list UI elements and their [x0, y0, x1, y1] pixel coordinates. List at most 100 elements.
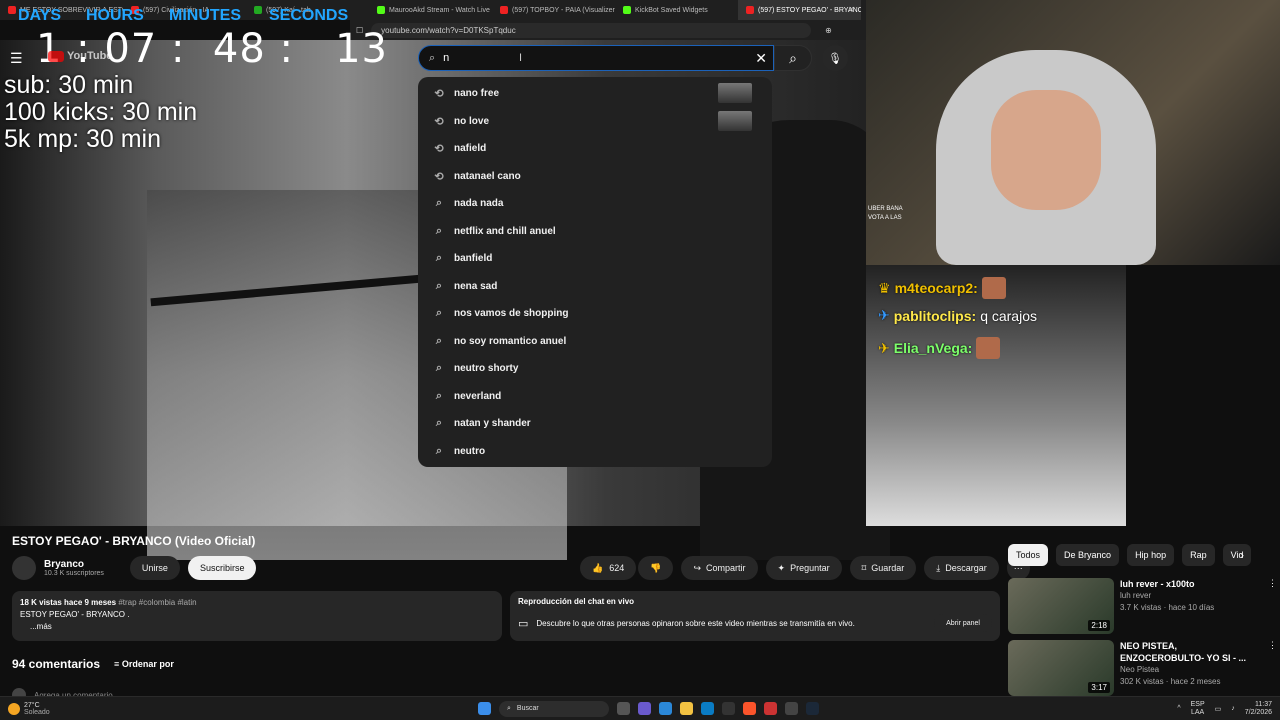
timer-label-days: DAYS — [18, 7, 61, 24]
download-icon: ⤓ — [936, 562, 941, 573]
chat-icon: ▭ — [518, 617, 529, 630]
share-button[interactable]: ↪ Compartir — [681, 556, 758, 580]
copilot-icon[interactable] — [638, 702, 651, 715]
description-box[interactable]: 18 K vistas hace 9 meses #trap #colombia… — [12, 591, 502, 641]
menu-icon[interactable]: ☰ — [10, 50, 23, 67]
tab-title: KickBot Saved Widgets — [635, 6, 708, 14]
search-box[interactable]: ⌕ n I ✕ — [418, 45, 774, 71]
search-suggestion[interactable]: ⟲ natanael cano — [418, 163, 772, 191]
suggestion-text: nena sad — [454, 280, 498, 292]
channel-avatar[interactable] — [12, 556, 36, 580]
thumbs-up-icon: 👍 — [592, 562, 604, 573]
like-button[interactable]: 👍 624 — [580, 556, 637, 580]
search-suggestion[interactable]: ⟲ nafield — [418, 135, 772, 163]
video-thumbnail[interactable]: 3:17 — [1008, 640, 1114, 696]
recommended-video[interactable]: 3:17 NEO PISTEA, ENZOCEROBULTO- YO SI - .… — [1008, 640, 1278, 696]
steam-icon[interactable] — [806, 702, 819, 715]
chat-username: pablitoclips: — [893, 307, 977, 324]
notes-icon[interactable] — [722, 702, 735, 715]
yt-header-left: ☰ — [10, 50, 23, 67]
hashtags[interactable]: #trap #colombia #latin — [118, 598, 196, 607]
more-options-icon[interactable]: ⋮ — [1268, 640, 1278, 696]
subathon-goals: sub: 30 min 100 kicks: 30 min 5k mp: 30 … — [4, 72, 197, 153]
browser-tab[interactable]: (597) TOPBOY - PAIA (Visualizer) #Tr — [492, 0, 615, 20]
video-title[interactable]: NEO PISTEA, ENZOCEROBULTO- YO SI - ... — [1120, 640, 1262, 664]
file-explorer-icon[interactable] — [680, 702, 693, 715]
search-suggestion[interactable]: ⟲ nano free — [418, 80, 772, 108]
description-meta: 18 K vistas hace 9 meses #trap #colombia… — [20, 597, 494, 609]
brave-icon[interactable] — [743, 702, 756, 715]
more-options-icon[interactable]: ⋮ — [1268, 578, 1278, 634]
clear-search-icon[interactable]: ✕ — [755, 50, 767, 67]
dislike-button[interactable]: 👎 — [638, 556, 674, 580]
url-field[interactable]: youtube.com/watch?v=D0TKSpTqduc — [371, 22, 812, 38]
chevron-right-icon[interactable]: › — [1240, 548, 1244, 562]
join-button[interactable]: Unirse — [129, 556, 180, 580]
search-suggestion[interactable]: ⌕ nena sad — [418, 273, 772, 301]
widgets-icon[interactable] — [659, 702, 672, 715]
chat-emote — [976, 337, 1001, 359]
language-indicator[interactable]: ESP LAA — [1191, 701, 1205, 717]
taskbar-search[interactable]: ⌕ Buscar — [499, 700, 609, 717]
voice-search-button[interactable]: 🎙 — [822, 45, 848, 71]
search-button[interactable]: ⌕ — [774, 45, 812, 71]
search-icon: ⌕ — [429, 51, 436, 64]
browser-tab[interactable]: KickBot Saved Widgets — [615, 0, 738, 20]
recommended-video[interactable]: 2:18 luh rever - x100to luh rever 3.7 K vis… — [1008, 578, 1278, 634]
channel-info: Bryanco 10.3 K suscriptores — [44, 559, 104, 577]
recorder-icon[interactable] — [764, 702, 777, 715]
search-suggestion[interactable]: ⌕ natan y shander — [418, 410, 772, 438]
search-suggestion[interactable]: ⌕ neverland — [418, 383, 772, 411]
video-title[interactable]: luh rever - x100to — [1120, 578, 1262, 590]
youtube-logo[interactable]: YouTube — [48, 50, 112, 62]
video-channel[interactable]: luh rever — [1120, 590, 1262, 602]
search-suggestion[interactable]: ⟲ no love — [418, 108, 772, 136]
show-more-link[interactable]: ...más — [20, 621, 494, 633]
save-button[interactable]: ⌑ Guardar — [849, 556, 917, 580]
filter-chip[interactable]: Todos — [1008, 544, 1049, 566]
search-suggestion[interactable]: ⌕ neutro shorty — [418, 355, 772, 383]
tab-favicon-icon — [746, 6, 754, 14]
search-suggestion[interactable]: ⌕ banfield — [418, 245, 772, 273]
edge-icon[interactable] — [701, 702, 714, 715]
sort-button[interactable]: ≡ Ordenar por — [114, 659, 174, 669]
language-code: ESP — [1190, 700, 1205, 708]
browser-tab[interactable]: (597) ESTOY PEGAO' - BRYANCO — [738, 0, 861, 20]
video-channel[interactable]: Neo Pistea — [1120, 664, 1262, 676]
filter-chip[interactable]: Vid — [1222, 544, 1252, 566]
subscribe-button[interactable]: Suscribirse — [187, 556, 257, 580]
search-suggestion[interactable]: ⌕ no soy romantico anuel — [418, 328, 772, 356]
clock[interactable]: 11:37 7/2/2026 — [1245, 701, 1272, 717]
tab-title: (597) ESTOY PEGAO' - BRYANCO — [758, 6, 861, 14]
filter-chip[interactable]: De Bryanco — [1056, 544, 1120, 566]
search-suggestion[interactable]: ⌕ neutro — [418, 438, 772, 466]
search-input[interactable]: n — [443, 52, 755, 64]
share-label: Compartir — [706, 563, 746, 573]
suggestion-text: banfield — [454, 253, 493, 265]
system-tray: ^ ESP LAA ▭ ♪ 11:37 7/2/2026 — [1177, 701, 1272, 717]
weather-widget[interactable]: 27°C Soleado — [8, 702, 50, 716]
obs-icon[interactable] — [785, 702, 798, 715]
filter-chip[interactable]: Rap — [1182, 544, 1215, 566]
search-suggestion[interactable]: ⌕ netflix and chill anuel — [418, 218, 772, 246]
cam-chat-line: UBER BANA — [868, 206, 903, 212]
address-bar[interactable]: ☐ youtube.com/watch?v=D0TKSpTqduc ⊕ — [350, 20, 866, 40]
video-thumbnail[interactable]: 2:18 — [1008, 578, 1114, 634]
tray-chevron-icon[interactable]: ^ — [1177, 705, 1180, 712]
search-suggestion[interactable]: ⌕ nada nada — [418, 190, 772, 218]
browser-tab[interactable]: MaurooAkd Stream - Watch Live on — [369, 0, 492, 20]
volume-icon[interactable]: ♪ — [1231, 705, 1235, 712]
chat-message: ✈ Elia_nVega: — [878, 337, 1001, 359]
ask-button[interactable]: ✦ Preguntar — [765, 556, 842, 580]
open-panel-button[interactable]: Abrir panel — [934, 614, 992, 632]
close-tab-icon[interactable]: ✕ — [848, 5, 855, 14]
channel-name[interactable]: Bryanco — [44, 559, 104, 570]
weather-temp: 27°C — [24, 701, 40, 709]
zoom-icon[interactable]: ⊕ — [825, 26, 832, 35]
task-view-icon[interactable] — [617, 702, 630, 715]
network-icon[interactable]: ▭ — [1215, 705, 1222, 713]
start-icon[interactable] — [478, 702, 491, 715]
download-button[interactable]: ⤓ Descargar — [924, 556, 999, 580]
search-suggestion[interactable]: ⌕ nos vamos de shopping — [418, 300, 772, 328]
filter-chip[interactable]: Hip hop — [1127, 544, 1175, 566]
